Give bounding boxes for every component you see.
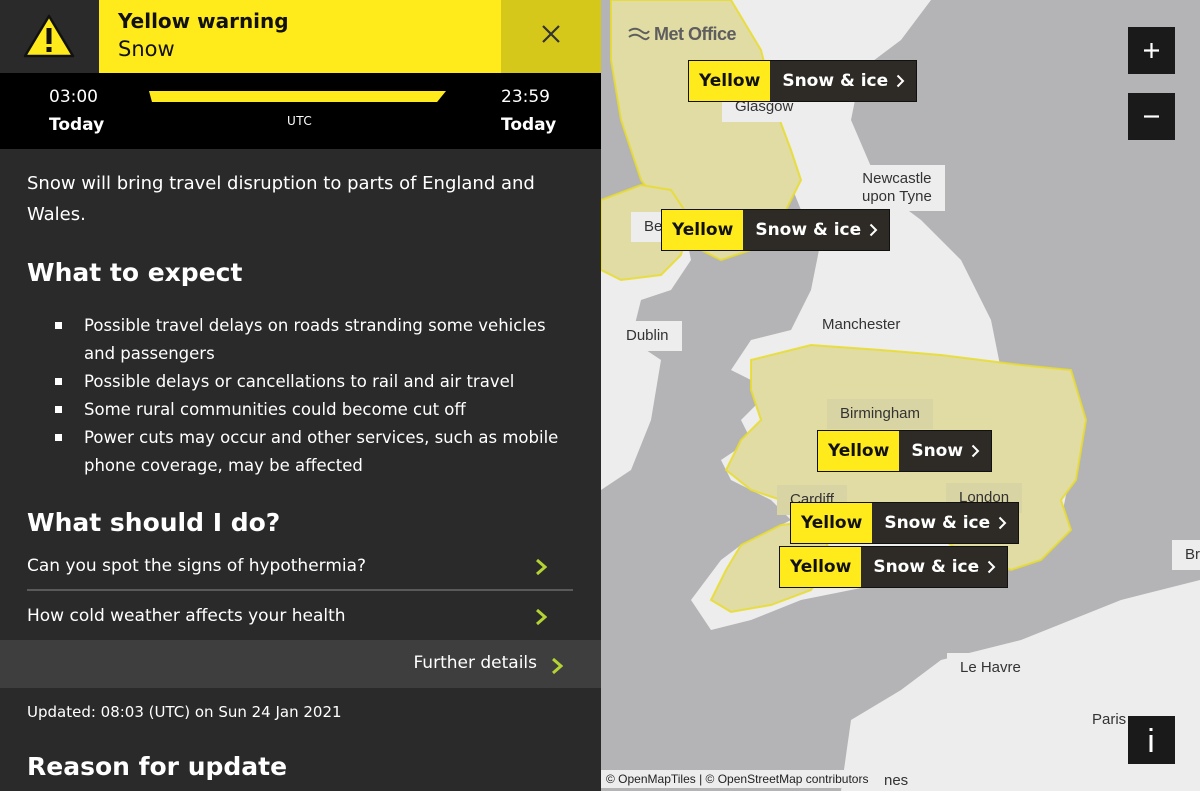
chevron-right-icon: [896, 74, 905, 88]
city-label-line: upon Tyne: [862, 188, 932, 205]
chevron-right-icon: [987, 560, 996, 574]
chevron-right-icon: [536, 558, 547, 576]
warning-type-label: Snow: [911, 441, 964, 461]
warning-panel: Yellow warning Snow 03:00 Today UTC 23:5…: [0, 0, 601, 791]
map-warning-button-scotland[interactable]: Yellow Snow & ice: [688, 60, 918, 102]
list-item: Possible delays or cancellations to rail…: [55, 368, 575, 396]
list-item: Some rural communities could become cut …: [55, 396, 575, 424]
what-to-expect-heading: What to expect: [27, 258, 243, 287]
what-to-expect-list: Possible travel delays on roads strandin…: [55, 312, 575, 480]
city-label-birmingham: Birmingham: [827, 399, 934, 429]
city-label-manchester: Manchester: [809, 310, 914, 340]
chevron-right-icon: [998, 516, 1007, 530]
warning-type-tag: Snow & ice: [743, 210, 890, 250]
met-office-wordmark: Met Office: [654, 24, 737, 44]
list-item: Power cuts may occur and other services,…: [55, 424, 575, 480]
chevron-right-icon: [536, 608, 547, 626]
start-day: Today: [49, 115, 105, 135]
warning-type-label: Snow & ice: [884, 513, 991, 533]
warning-level-label: Yellow: [818, 431, 900, 471]
warning-type-tag: Snow & ice: [872, 503, 1019, 543]
city-label-newcastle: Newcastle upon Tyne: [849, 165, 945, 211]
met-office-logo: Met Office: [628, 24, 737, 45]
warning-level-label: Yellow: [689, 61, 771, 101]
warning-level-label: Yellow: [662, 210, 744, 250]
map-attribution[interactable]: © OpenMapTiles | © OpenStreetMap contrib…: [601, 770, 874, 788]
zoom-out-button[interactable]: [1128, 93, 1175, 140]
link-label: Can you spot the signs of hypothermia?: [27, 556, 367, 576]
warning-level-label: Yellow: [791, 503, 873, 543]
warning-map[interactable]: Met Office Glasgow Be Newcastle upon Tyn…: [601, 0, 1200, 791]
city-label-line: Newcastle: [862, 170, 932, 187]
map-warning-button-south-west[interactable]: Yellow Snow & ice: [779, 546, 1009, 588]
validity-timebar: 03:00 Today UTC 23:59 Today: [0, 73, 601, 149]
plus-icon: [1144, 43, 1159, 58]
chevron-right-icon: [869, 223, 878, 237]
warning-type-tag: Snow: [899, 431, 992, 471]
link-label: How cold weather affects your health: [27, 606, 346, 626]
warning-icon-box: [0, 0, 99, 73]
map-basemap: [601, 0, 1200, 791]
close-icon: [542, 25, 560, 43]
warning-title: Yellow warning: [118, 9, 289, 33]
warning-summary: Snow will bring travel disruption to par…: [27, 173, 535, 225]
hypothermia-link[interactable]: Can you spot the signs of hypothermia?: [27, 542, 573, 591]
warning-title-box: Yellow warning Snow: [99, 0, 501, 73]
map-info-button[interactable]: [1128, 716, 1175, 764]
end-day: Today: [501, 115, 557, 135]
map-warning-button-northern-ireland[interactable]: Yellow Snow & ice: [661, 209, 891, 251]
met-office-icon: [628, 27, 650, 40]
warning-type: Snow: [118, 37, 175, 61]
info-icon: [1149, 728, 1153, 752]
list-item: Possible travel delays on roads strandin…: [55, 312, 575, 368]
warning-type-tag: Snow & ice: [770, 61, 917, 101]
what-should-i-do-heading: What should I do?: [27, 508, 281, 537]
chevron-right-icon: [552, 657, 563, 675]
warning-type-tag: Snow & ice: [861, 547, 1008, 587]
warning-type-label: Snow & ice: [782, 71, 889, 91]
city-label-rennes: nes: [871, 766, 922, 791]
end-time: 23:59: [501, 87, 550, 107]
reason-for-update-heading: Reason for update: [27, 752, 288, 781]
map-warning-button-south-wales[interactable]: Yellow Snow & ice: [790, 502, 1020, 544]
further-details-button[interactable]: Further details: [0, 640, 601, 688]
zoom-in-button[interactable]: [1128, 27, 1175, 74]
start-time: 03:00: [49, 87, 98, 107]
chevron-right-icon: [971, 444, 980, 458]
warning-type-label: Snow & ice: [873, 557, 980, 577]
warning-level-label: Yellow: [780, 547, 862, 587]
warning-type-label: Snow & ice: [755, 220, 862, 240]
city-label-brussels: Br: [1172, 540, 1200, 570]
timezone-label: UTC: [287, 114, 313, 128]
validity-bar: [149, 91, 446, 102]
further-details-label: Further details: [413, 653, 537, 673]
map-warning-button-england-wales[interactable]: Yellow Snow: [817, 430, 993, 472]
updated-timestamp: Updated: 08:03 (UTC) on Sun 24 Jan 2021: [27, 703, 342, 721]
cold-weather-health-link[interactable]: How cold weather affects your health: [27, 592, 573, 641]
close-button[interactable]: [501, 0, 601, 73]
warning-triangle-icon: [23, 14, 75, 58]
city-label-le-havre: Le Havre: [947, 653, 1034, 683]
warning-header: Yellow warning Snow: [0, 0, 601, 73]
city-label-dublin: Dublin: [613, 321, 682, 351]
minus-icon: [1144, 115, 1159, 118]
